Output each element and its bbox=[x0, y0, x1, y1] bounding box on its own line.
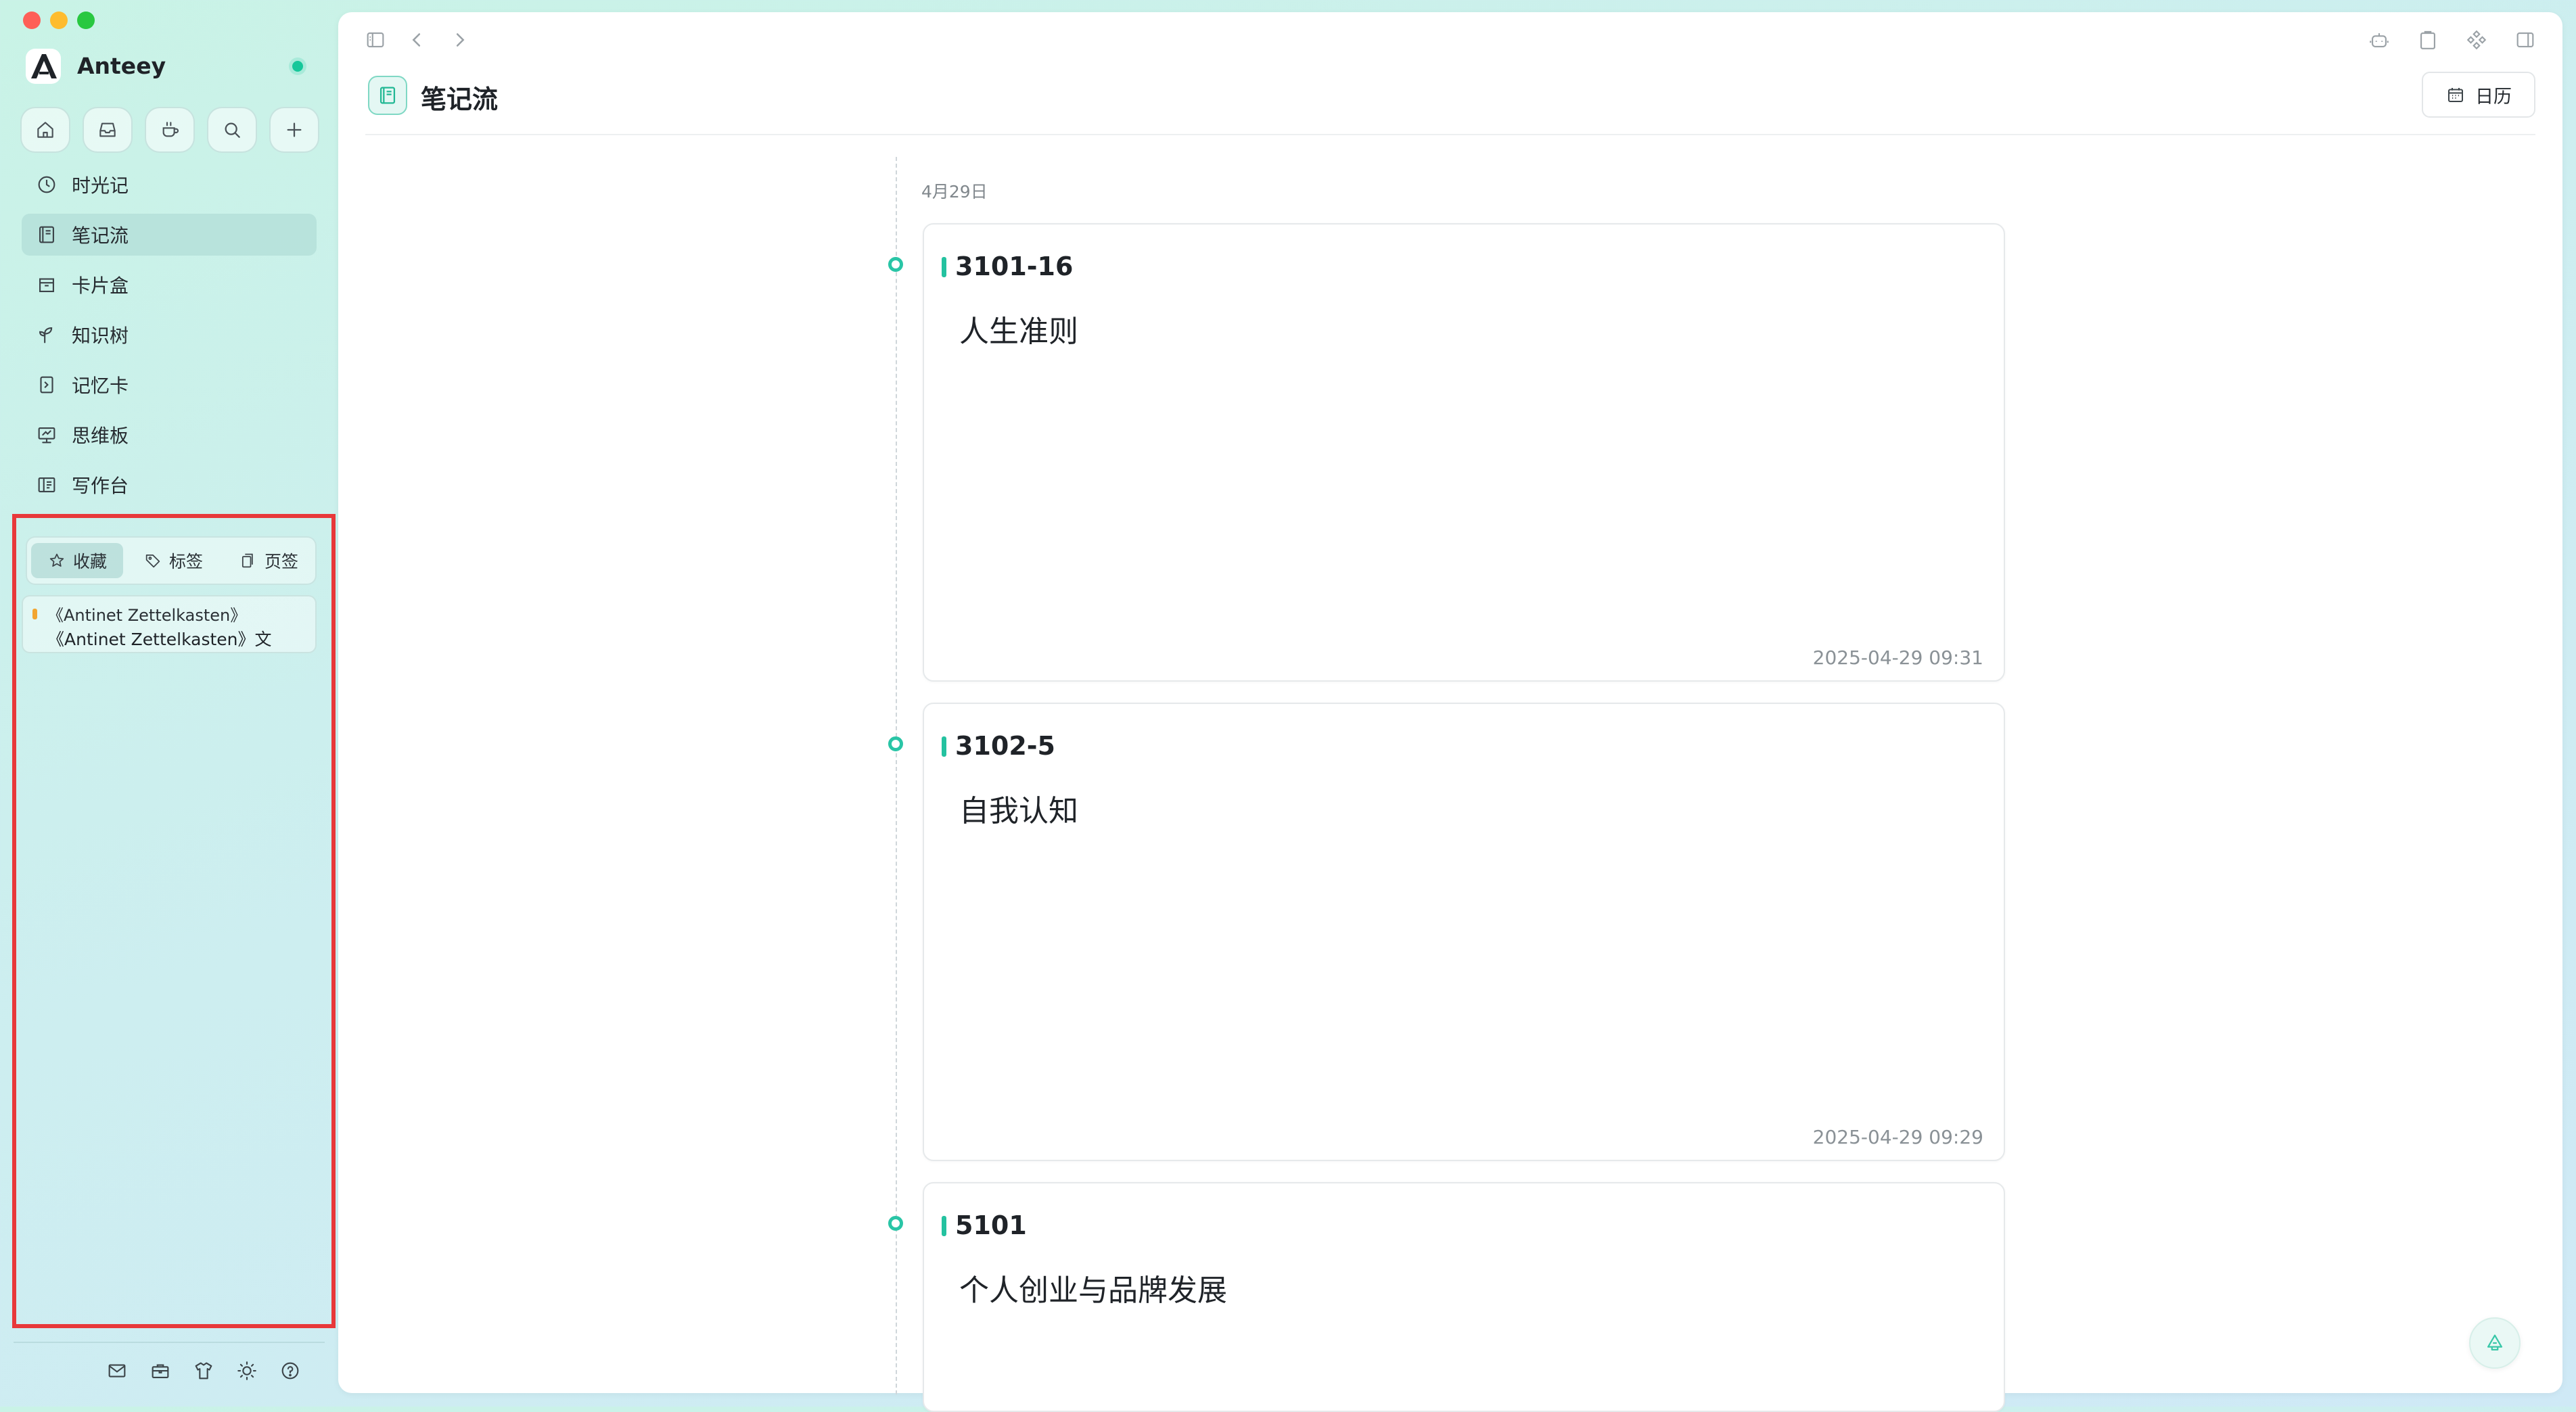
help-icon[interactable] bbox=[279, 1359, 302, 1382]
inbox-button[interactable] bbox=[83, 107, 133, 153]
sidebar-bottom-divider bbox=[14, 1342, 325, 1343]
right-panel-icon[interactable] bbox=[2514, 28, 2537, 51]
calendar-label: 日历 bbox=[2475, 86, 2512, 108]
shirt-icon[interactable] bbox=[192, 1359, 215, 1382]
search-icon bbox=[225, 122, 240, 138]
timeline-line bbox=[896, 157, 897, 1394]
sprout-icon bbox=[39, 327, 53, 344]
card-box-icon bbox=[39, 278, 54, 292]
window-minimize-button[interactable] bbox=[50, 11, 68, 29]
robot-icon[interactable] bbox=[2368, 28, 2391, 51]
timeline-dot bbox=[888, 736, 903, 751]
sidebar-toggle-icon[interactable] bbox=[364, 28, 387, 51]
sync-status-indicator bbox=[292, 61, 303, 72]
page-title: 笔记流 bbox=[421, 85, 499, 114]
clock-icon bbox=[38, 176, 55, 193]
app-logo bbox=[26, 49, 61, 84]
note-content: 人生准则 bbox=[959, 314, 1078, 349]
calendar-icon bbox=[2448, 88, 2463, 102]
notebook-icon bbox=[380, 87, 396, 104]
coffee-cup-icon bbox=[162, 122, 179, 137]
nav-item-label: 知识树 bbox=[72, 325, 129, 347]
nav-item-label: 笔记流 bbox=[72, 225, 129, 247]
assistant-icon bbox=[2487, 1334, 2503, 1351]
note-content: 个人创业与品牌发展 bbox=[959, 1273, 1227, 1308]
plus-icon bbox=[287, 122, 302, 137]
coffee-button[interactable] bbox=[145, 107, 195, 153]
timeline-dot bbox=[888, 1216, 903, 1231]
nav-item-writing-desk[interactable]: 写作台 bbox=[22, 464, 317, 506]
whiteboard-icon bbox=[38, 427, 55, 444]
back-arrow-icon[interactable] bbox=[406, 28, 429, 51]
note-id: 3102-5 bbox=[955, 731, 1055, 761]
search-button[interactable] bbox=[207, 107, 257, 153]
forward-arrow-icon[interactable] bbox=[448, 28, 471, 51]
nav-item-label: 卡片盒 bbox=[72, 275, 129, 297]
nav-item-label: 记忆卡 bbox=[72, 375, 129, 397]
header-divider bbox=[365, 134, 2535, 135]
main-panel: 笔记流 日历 4月29日 3101-16 人生准则 2025-04-29 09:… bbox=[338, 12, 2562, 1412]
nav-item-memory-cards[interactable]: 记忆卡 bbox=[22, 364, 317, 406]
notebook-icon bbox=[39, 226, 54, 243]
clipboard-icon[interactable] bbox=[2416, 28, 2439, 51]
nav-item-timeline[interactable]: 时光记 bbox=[22, 164, 317, 206]
anteey-logo-icon bbox=[31, 54, 57, 78]
app-name: Anteey bbox=[77, 53, 166, 79]
timeline-date: 4月29日 bbox=[921, 182, 988, 202]
nav-item-card-box[interactable]: 卡片盒 bbox=[22, 264, 317, 306]
nav-item-whiteboard[interactable]: 思维板 bbox=[22, 414, 317, 456]
highlight-box bbox=[12, 514, 336, 1328]
page-icon bbox=[368, 76, 407, 115]
nav-item-label: 思维板 bbox=[72, 425, 129, 447]
home-icon bbox=[37, 122, 53, 138]
ai-assistant-button[interactable] bbox=[2469, 1317, 2521, 1369]
note-card[interactable]: 3101-16 人生准则 2025-04-29 09:31 bbox=[923, 223, 2005, 682]
note-accent-bar bbox=[942, 257, 946, 277]
note-id: 5101 bbox=[955, 1210, 1027, 1240]
note-card[interactable]: 3102-5 自我认知 2025-04-29 09:29 bbox=[923, 703, 2005, 1161]
nav-item-knowledge-tree[interactable]: 知识树 bbox=[22, 314, 317, 356]
calendar-button[interactable]: 日历 bbox=[2422, 72, 2535, 118]
timeline-dot bbox=[888, 257, 903, 272]
note-timestamp: 2025-04-29 09:31 bbox=[1812, 646, 1983, 669]
note-id: 3101-16 bbox=[955, 252, 1074, 281]
memory-card-icon bbox=[40, 376, 53, 394]
writing-desk-icon bbox=[38, 477, 55, 492]
note-content: 自我认知 bbox=[959, 794, 1078, 828]
home-button[interactable] bbox=[20, 107, 70, 153]
note-accent-bar bbox=[942, 736, 946, 757]
toolbox-icon[interactable] bbox=[149, 1359, 172, 1382]
nav-item-label: 写作台 bbox=[72, 475, 129, 497]
note-timestamp: 2025-04-29 09:29 bbox=[1812, 1126, 1983, 1148]
note-accent-bar bbox=[942, 1216, 946, 1236]
mail-icon[interactable] bbox=[106, 1359, 129, 1382]
add-button[interactable] bbox=[269, 107, 319, 153]
nav-item-label: 时光记 bbox=[72, 174, 129, 197]
nav-item-notes-stream[interactable]: 笔记流 bbox=[22, 214, 317, 256]
note-card[interactable]: 5101 个人创业与品牌发展 bbox=[923, 1182, 2005, 1412]
window-zoom-button[interactable] bbox=[77, 11, 95, 29]
sun-icon[interactable] bbox=[235, 1359, 258, 1382]
inbox-icon bbox=[99, 122, 116, 137]
window-close-button[interactable] bbox=[23, 11, 41, 29]
shuffle-icon[interactable] bbox=[2465, 28, 2488, 51]
